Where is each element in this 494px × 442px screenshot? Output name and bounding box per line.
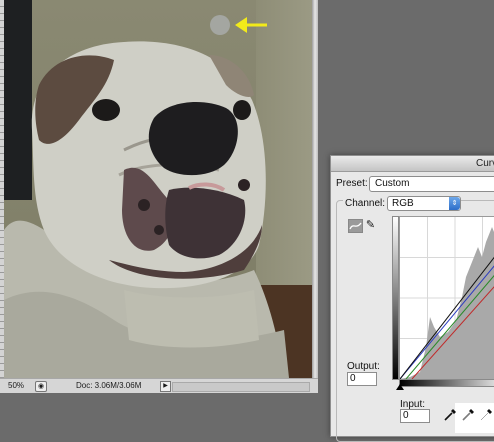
pencil-icon[interactable]: ✎ [364,219,377,231]
preset-select[interactable]: Custom [369,176,494,192]
black-point-slider[interactable] [396,384,404,390]
black-eyedropper-icon[interactable] [443,408,457,422]
white-eyedropper-icon[interactable] [479,408,493,422]
document-window: 50% ◉ Doc: 3.06M/3.06M ▶ [0,0,318,393]
dialog-titlebar[interactable]: Curv [331,156,494,172]
curves-dialog: Curv Preset: Custom Channel: RGB ⇕ ✎ O [330,155,494,442]
curves-graph[interactable] [399,216,494,380]
status-bar: 50% ◉ Doc: 3.06M/3.06M ▶ [0,378,318,393]
dialog-title: Curv [476,158,494,169]
output-gradient-bar [392,216,399,380]
input-gradient-bar [399,379,494,387]
preset-label: Preset: [336,178,368,189]
doc-size: Doc: 3.06M/3.06M [76,381,142,390]
curve-edit-icon[interactable] [348,219,363,233]
gray-eyedropper-icon[interactable] [461,408,475,422]
output-field[interactable]: 0 [347,372,377,386]
horizontal-scrollbar[interactable] [172,382,310,392]
yellow-arrow-icon [235,17,267,33]
status-menu-arrow-icon[interactable]: ▶ [160,381,171,392]
zoom-level[interactable]: 50% [8,381,24,390]
status-options-icon[interactable]: ◉ [35,381,47,392]
vertical-ruler [0,0,4,378]
gray-sample-spot [210,15,230,35]
window-edge [312,0,318,392]
input-field[interactable]: 0 [400,409,430,423]
channel-label: Channel: [343,198,388,209]
bulldog-photo [4,41,289,378]
channel-select[interactable]: RGB ⇕ [387,196,461,211]
chevron-updown-icon[interactable]: ⇕ [449,197,460,210]
output-label: Output: [347,361,380,372]
channel-value: RGB [392,198,414,209]
image-canvas[interactable] [4,0,312,378]
